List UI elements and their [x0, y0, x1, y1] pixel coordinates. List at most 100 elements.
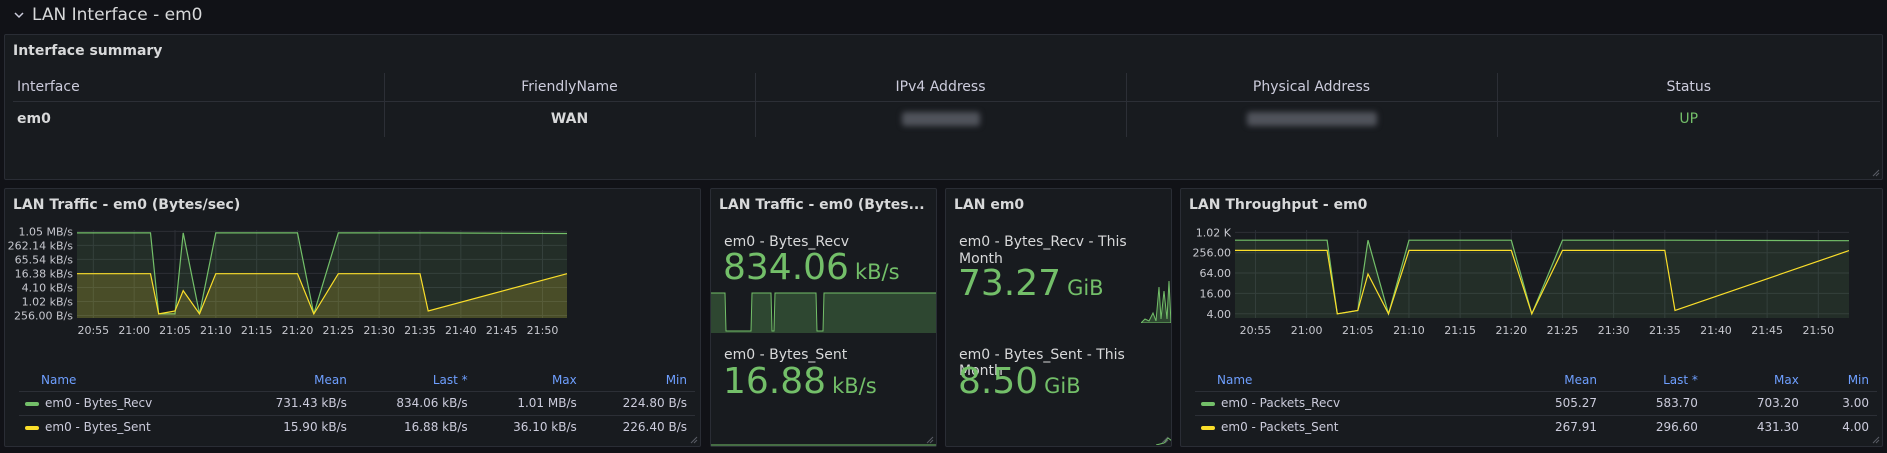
- column-header-status[interactable]: Status: [1496, 73, 1880, 102]
- legend-header-max[interactable]: Max: [476, 369, 585, 391]
- cell-mac-redacted: [1125, 101, 1497, 137]
- legend-min: 4.00: [1806, 414, 1877, 439]
- x-tick-label: 21:25: [1547, 324, 1579, 337]
- throughput-chart[interactable]: 1.02 K 256.00 64.00 16.00 4.00 20:55 21:00 21:0…: [1181, 225, 1883, 375]
- cell-interface: em0: [17, 111, 51, 128]
- legend-max: 431.30: [1705, 414, 1807, 439]
- y-tick-label: 256.00: [1193, 247, 1232, 260]
- legend-mean: 267.91: [1504, 414, 1605, 439]
- traffic-stat-panel: LAN Traffic - em0 (Bytes... em0 - Bytes_…: [710, 188, 937, 447]
- x-tick-label: 20:55: [77, 324, 109, 337]
- column-header-physical[interactable]: Physical Address: [1125, 73, 1497, 102]
- y-tick-label: 262.14 kB/s: [8, 239, 74, 252]
- legend-min: 226.40 B/s: [584, 414, 695, 439]
- sparkline-recv-month: [1141, 280, 1171, 323]
- y-tick-label: 1.05 MB/s: [19, 225, 74, 238]
- x-tick-label: 21:50: [1802, 324, 1834, 337]
- traffic-legend: Name Mean Last * Max Min em0 - Bytes_Rec…: [19, 369, 695, 439]
- panel-title: LAN em0: [954, 197, 1025, 213]
- table-row: em0 WAN UP: [13, 101, 1880, 137]
- column-header-ipv4[interactable]: IPv4 Address: [754, 73, 1126, 102]
- legend-mean: 505.27: [1504, 390, 1605, 415]
- status-badge: UP: [1496, 101, 1880, 137]
- row-header[interactable]: LAN Interface - em0: [0, 0, 1887, 30]
- x-tick-label: 21:35: [404, 324, 436, 337]
- x-tick-label: 21:00: [118, 324, 150, 337]
- y-tick-label: 1.02 K: [1196, 226, 1232, 239]
- x-tick-label: 21:45: [1751, 324, 1783, 337]
- legend-row[interactable]: em0 - Bytes_Recv 731.43 kB/s 834.06 kB/s…: [19, 390, 695, 415]
- x-tick-label: 21:00: [1291, 324, 1323, 337]
- x-tick-label: 21:40: [445, 324, 477, 337]
- traffic-chart[interactable]: 1.05 MB/s262.14 kB/s65.54 kB/s16.38 kB/s…: [5, 225, 701, 375]
- y-tick-label: 1.02 kB/s: [22, 295, 74, 308]
- legend-header-name[interactable]: Name: [19, 369, 234, 391]
- y-tick-label: 64.00: [1200, 267, 1232, 280]
- x-tick-label: 21:30: [1598, 324, 1630, 337]
- series-swatch-sent: [1201, 425, 1215, 430]
- panel-title: Interface summary: [13, 43, 163, 59]
- x-tick-label: 20:55: [1240, 324, 1272, 337]
- resize-handle[interactable]: [1161, 436, 1169, 444]
- legend-mean: 731.43 kB/s: [234, 390, 355, 415]
- legend-row[interactable]: em0 - Packets_Recv 505.27 583.70 703.20 …: [1195, 390, 1877, 415]
- legend-last: 583.70: [1604, 390, 1706, 415]
- legend-header-name[interactable]: Name: [1195, 369, 1504, 391]
- legend-header-last[interactable]: Last *: [355, 369, 476, 391]
- resize-handle[interactable]: [926, 436, 934, 444]
- x-tick-label: 21:10: [200, 324, 232, 337]
- cell-friendlyname: WAN: [383, 101, 755, 137]
- stat-value-sent: 16.88 kB/s: [723, 361, 877, 402]
- resize-handle[interactable]: [1872, 436, 1880, 444]
- x-tick-label: 21:05: [1342, 324, 1374, 337]
- legend-header-mean[interactable]: Mean: [1504, 369, 1605, 391]
- legend-row[interactable]: em0 - Packets_Sent 267.91 296.60 431.30 …: [1195, 414, 1877, 439]
- summary-table: Interface FriendlyName IPv4 Address Phys…: [13, 73, 1880, 137]
- legend-last: 16.88 kB/s: [354, 414, 476, 439]
- throughput-panel: LAN Throughput - em0 1.02 K 256.00 64.00 16…: [1180, 188, 1883, 447]
- legend-header-last[interactable]: Last *: [1605, 369, 1706, 391]
- x-tick-label: 21:10: [1393, 324, 1425, 337]
- row-title: LAN Interface - em0: [32, 5, 203, 25]
- legend-last: 834.06 kB/s: [354, 390, 476, 415]
- legend-header-max[interactable]: Max: [1706, 369, 1807, 391]
- x-tick-label: 21:20: [1495, 324, 1527, 337]
- legend-series-name[interactable]: em0 - Bytes_Recv: [45, 396, 152, 410]
- legend-series-name[interactable]: em0 - Packets_Sent: [1221, 420, 1339, 434]
- legend-header-min[interactable]: Min: [1807, 369, 1877, 391]
- column-header-interface[interactable]: Interface: [13, 73, 384, 102]
- legend-series-name[interactable]: em0 - Bytes_Sent: [45, 420, 151, 434]
- y-tick-label: 4.00: [1207, 308, 1232, 321]
- column-header-friendlyname[interactable]: FriendlyName: [383, 73, 755, 102]
- series-swatch-sent: [25, 425, 39, 430]
- legend-mean: 15.90 kB/s: [234, 414, 355, 439]
- x-tick-label: 21:50: [527, 324, 559, 337]
- y-tick-label: 65.54 kB/s: [15, 253, 74, 266]
- legend-row[interactable]: em0 - Bytes_Sent 15.90 kB/s 16.88 kB/s 3…: [19, 414, 695, 439]
- legend-min: 3.00: [1806, 390, 1877, 415]
- resize-handle[interactable]: [690, 436, 698, 444]
- panel-title: LAN Traffic - em0 (Bytes...: [719, 197, 925, 213]
- throughput-legend: Name Mean Last * Max Min em0 - Packets_R…: [1195, 369, 1877, 439]
- legend-series-name[interactable]: em0 - Packets_Recv: [1221, 396, 1340, 410]
- x-tick-label: 21:45: [486, 324, 518, 337]
- series-swatch-recv: [25, 401, 39, 406]
- y-tick-label: 16.38 kB/s: [15, 267, 74, 280]
- legend-header-min[interactable]: Min: [585, 369, 695, 391]
- y-tick-label: 256.00 B/s: [14, 310, 73, 323]
- month-stat-panel: LAN em0 em0 - Bytes_Recv - This Month 73…: [945, 188, 1172, 447]
- sparkline-sent: [711, 444, 936, 446]
- panel-title: LAN Throughput - em0: [1189, 197, 1368, 213]
- x-tick-label: 21:35: [1649, 324, 1681, 337]
- stat-value-recv-month: 73.27 GiB: [958, 263, 1104, 304]
- legend-min: 224.80 B/s: [584, 390, 695, 415]
- traffic-panel: LAN Traffic - em0 (Bytes/sec) 1.05 MB/s 2…: [4, 188, 701, 447]
- x-tick-label: 21:30: [363, 324, 395, 337]
- x-tick-label: 21:25: [322, 324, 354, 337]
- interface-summary-panel: Interface summary Interface FriendlyName…: [4, 34, 1883, 180]
- resize-handle[interactable]: [1872, 169, 1880, 177]
- stat-label-recv-month: em0 - Bytes_Recv - This: [959, 234, 1127, 250]
- panel-title: LAN Traffic - em0 (Bytes/sec): [13, 197, 241, 213]
- legend-header-mean[interactable]: Mean: [234, 369, 355, 391]
- chevron-down-icon[interactable]: [10, 6, 28, 24]
